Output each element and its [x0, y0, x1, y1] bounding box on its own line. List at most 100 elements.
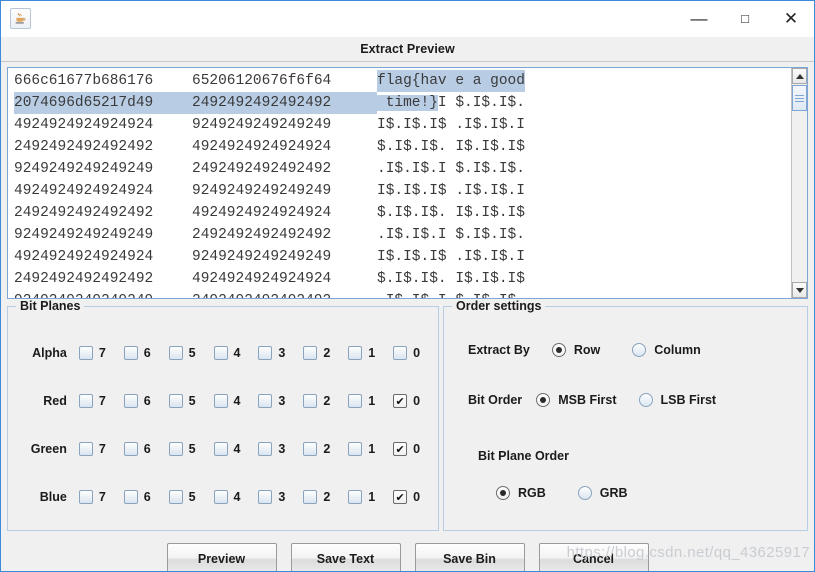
save-bin-button[interactable]: Save Bin [414, 543, 525, 571]
radio-bit-plane-order-grb[interactable] [577, 486, 592, 500]
bit-plane-item-alpha-7[interactable]: 7 [78, 346, 124, 360]
checkbox-alpha-bit-2[interactable] [303, 346, 318, 360]
bit-plane-item-red-7[interactable]: 7 [78, 394, 124, 408]
checkbox-blue-bit-3[interactable] [258, 490, 273, 504]
maximize-button[interactable]: □ [722, 1, 768, 36]
bit-plane-item-alpha-5[interactable]: 5 [168, 346, 214, 360]
scroll-down-arrow-icon[interactable] [792, 282, 807, 298]
extract-preview-text[interactable]: 666c61677b686176 65206120676f6f64 flag{hav… [8, 68, 791, 298]
bit-plane-item-green-6[interactable]: 6 [123, 442, 169, 456]
bit-plane-item-blue-3[interactable]: 3 [258, 490, 303, 504]
bit-plane-item-blue-5[interactable]: 5 [168, 490, 214, 504]
checkbox-blue-bit-2[interactable] [303, 490, 318, 504]
checkbox-blue-bit-0[interactable]: ✔ [393, 490, 408, 504]
bit-plane-item-alpha-4[interactable]: 4 [213, 346, 259, 360]
checkbox-red-bit-1[interactable] [348, 394, 363, 408]
checkbox-green-bit-4[interactable] [213, 442, 228, 456]
bit-plane-item-blue-4[interactable]: 4 [213, 490, 259, 504]
checkbox-blue-bit-4[interactable] [213, 490, 228, 504]
checkbox-blue-bit-6[interactable] [123, 490, 138, 504]
extract-by-option-column[interactable]: Column [632, 343, 701, 357]
checkbox-red-bit-6[interactable] [123, 394, 138, 408]
bit-plane-item-red-1[interactable]: 1 [348, 394, 393, 408]
checkbox-green-bit-5[interactable] [168, 442, 183, 456]
bit-plane-item-green-7[interactable]: 7 [78, 442, 124, 456]
bit-order-msb-label: MSB First [558, 393, 617, 407]
preview-hex-col-2: 2492492492492492 [192, 227, 332, 243]
bit-plane-item-red-3[interactable]: 3 [258, 394, 303, 408]
checkbox-alpha-bit-0[interactable] [393, 346, 408, 360]
preview-ascii-col: .I$.I$.I $.I$.I$. [377, 290, 525, 298]
checkbox-green-bit-7[interactable] [78, 442, 93, 456]
radio-extract-row[interactable] [551, 343, 566, 357]
scroll-up-arrow-icon[interactable] [792, 68, 807, 84]
radio-bit-plane-order-rgb[interactable] [496, 486, 510, 500]
bit-plane-channel-label: Red [43, 394, 67, 408]
close-button[interactable]: ✕ [768, 1, 814, 36]
checkbox-green-bit-0[interactable]: ✔ [393, 442, 408, 456]
extract-by-option-row[interactable]: Row [551, 343, 600, 357]
bit-plane-item-alpha-1[interactable]: 1 [348, 346, 393, 360]
scrollbar-thumb[interactable] [792, 85, 807, 111]
bit-number-label: 6 [143, 346, 151, 360]
bit-plane-item-blue-6[interactable]: 6 [123, 490, 169, 504]
checkbox-alpha-bit-1[interactable] [348, 346, 363, 360]
bit-plane-order-option-grb[interactable]: GRB [577, 486, 628, 500]
preview-vertical-scrollbar[interactable] [791, 68, 807, 298]
minimize-button[interactable]: — [676, 1, 722, 36]
bit-plane-item-green-2[interactable]: 2 [303, 442, 348, 456]
bit-plane-item-red-2[interactable]: 2 [303, 394, 348, 408]
checkbox-red-bit-0[interactable]: ✔ [393, 394, 408, 408]
bit-plane-item-green-5[interactable]: 5 [168, 442, 214, 456]
checkbox-alpha-bit-5[interactable] [168, 346, 183, 360]
checkbox-alpha-bit-6[interactable] [123, 346, 138, 360]
checkbox-alpha-bit-4[interactable] [213, 346, 228, 360]
checkbox-blue-bit-1[interactable] [348, 490, 363, 504]
bit-plane-item-red-6[interactable]: 6 [123, 394, 169, 408]
bit-plane-item-red-5[interactable]: 5 [168, 394, 214, 408]
radio-bit-order-msb[interactable] [536, 393, 551, 407]
checkbox-alpha-bit-7[interactable] [78, 346, 93, 360]
preview-ascii-col: $.I$.I$. I$.I$.I$ [377, 271, 525, 287]
bit-order-option-lsb[interactable]: LSB First [638, 393, 716, 407]
preview-button[interactable]: Preview [166, 543, 277, 571]
cancel-button[interactable]: Cancel [538, 543, 649, 571]
header-strip: Extract Preview [1, 37, 814, 62]
bit-plane-item-blue-0[interactable]: ✔ 0 [393, 490, 438, 504]
checkbox-green-bit-1[interactable] [348, 442, 363, 456]
bit-plane-item-green-1[interactable]: 1 [348, 442, 393, 456]
bit-number-label: 7 [98, 346, 106, 360]
bit-plane-item-alpha-2[interactable]: 2 [303, 346, 348, 360]
bit-plane-item-green-4[interactable]: 4 [213, 442, 259, 456]
bit-number-label: 6 [143, 394, 151, 408]
checkbox-blue-bit-5[interactable] [168, 490, 183, 504]
bit-plane-item-blue-7[interactable]: 7 [78, 490, 124, 504]
bit-order-option-msb[interactable]: MSB First [536, 393, 617, 407]
radio-extract-column[interactable] [632, 343, 647, 357]
checkbox-red-bit-3[interactable] [258, 394, 273, 408]
bit-plane-item-green-3[interactable]: 3 [258, 442, 303, 456]
bit-plane-item-alpha-6[interactable]: 6 [123, 346, 169, 360]
bit-plane-order-option-rgb[interactable]: RGB [496, 486, 546, 500]
bit-plane-item-blue-1[interactable]: 1 [348, 490, 393, 504]
checkbox-green-bit-6[interactable] [123, 442, 138, 456]
checkbox-blue-bit-7[interactable] [78, 490, 93, 504]
bit-plane-item-blue-2[interactable]: 2 [303, 490, 348, 504]
bit-plane-item-green-0[interactable]: ✔ 0 [393, 442, 438, 456]
bit-plane-item-alpha-0[interactable]: 0 [393, 346, 438, 360]
checkbox-red-bit-5[interactable] [168, 394, 183, 408]
checkbox-alpha-bit-3[interactable] [258, 346, 273, 360]
preview-row: 9249249249249249 2492492492492492 .I$.I$.I… [14, 158, 791, 180]
checkbox-green-bit-2[interactable] [303, 442, 318, 456]
bit-plane-item-alpha-3[interactable]: 3 [258, 346, 303, 360]
preview-ascii-col: .I$.I$.I $.I$.I$. [377, 227, 525, 243]
save-text-button[interactable]: Save Text [290, 543, 401, 571]
checkbox-red-bit-7[interactable] [78, 394, 93, 408]
bit-number-label: 7 [98, 490, 106, 504]
checkbox-red-bit-2[interactable] [303, 394, 318, 408]
bit-plane-item-red-0[interactable]: ✔ 0 [393, 394, 438, 408]
radio-bit-order-lsb[interactable] [638, 393, 653, 407]
bit-plane-item-red-4[interactable]: 4 [213, 394, 259, 408]
checkbox-red-bit-4[interactable] [213, 394, 228, 408]
checkbox-green-bit-3[interactable] [258, 442, 273, 456]
